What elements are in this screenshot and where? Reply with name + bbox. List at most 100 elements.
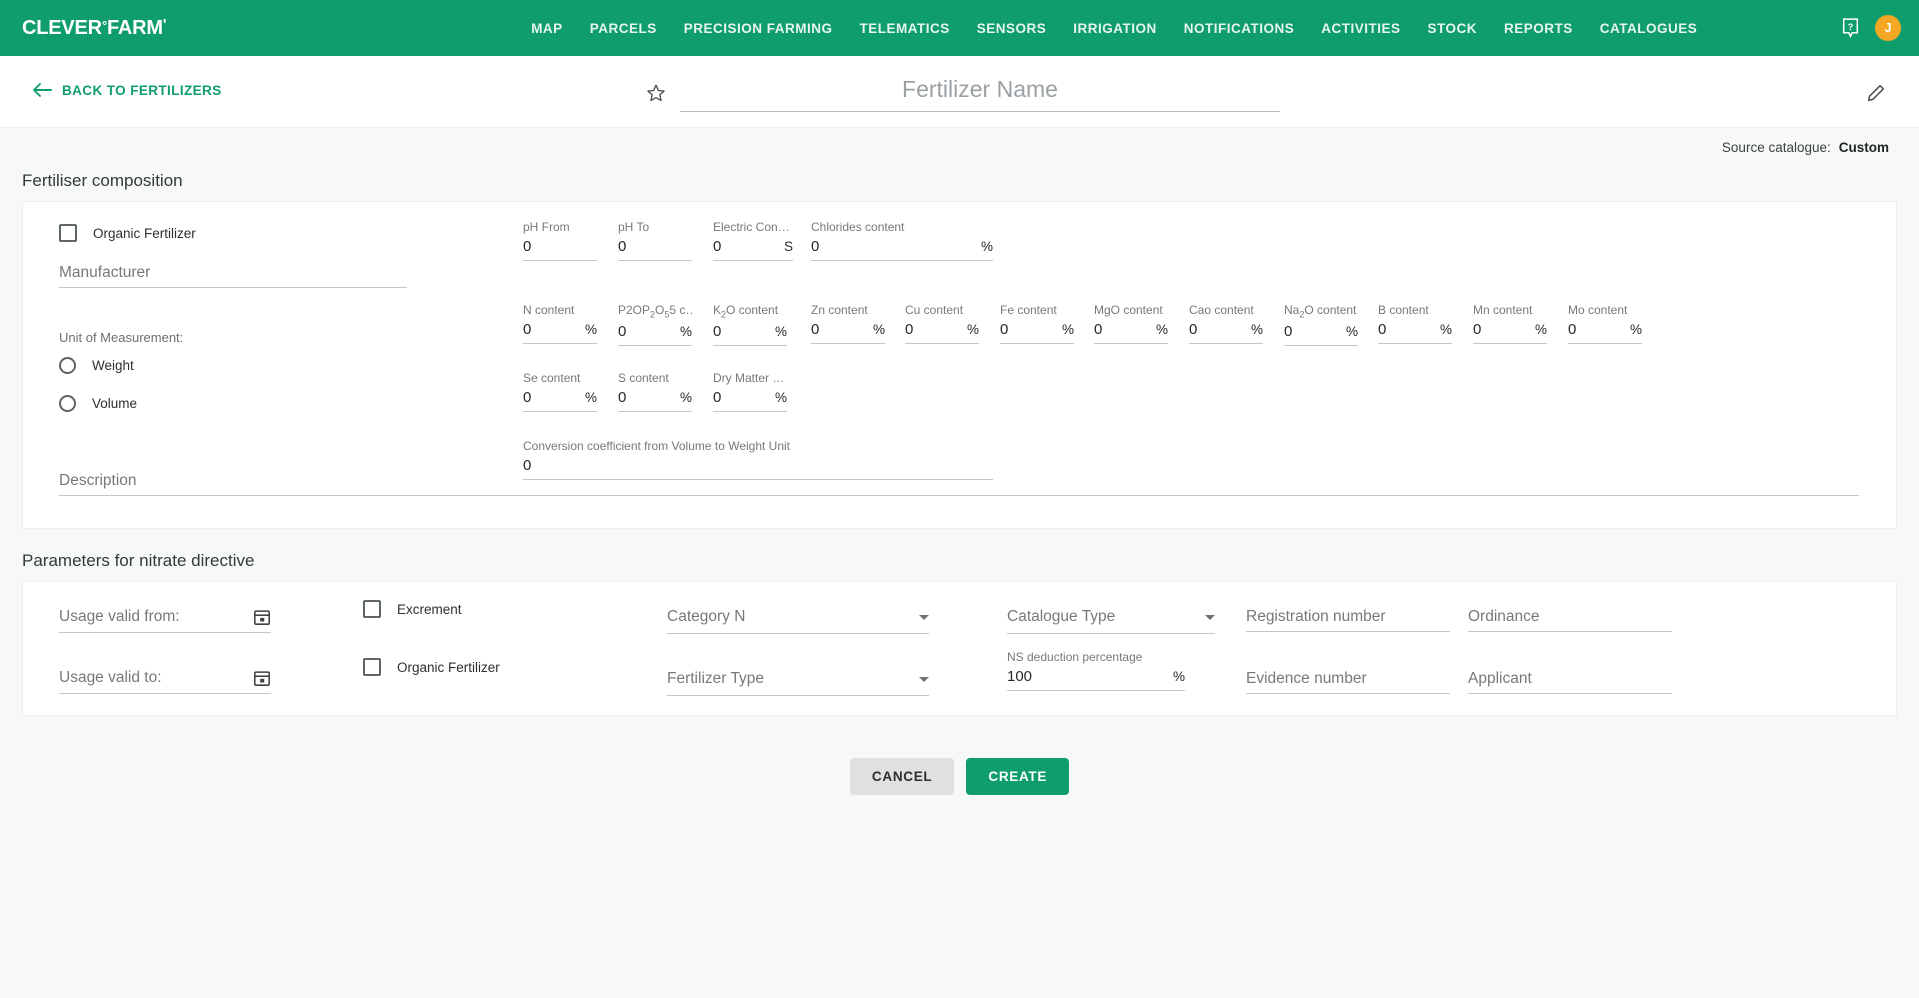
applicant-input[interactable] bbox=[1468, 670, 1672, 688]
na2o-content-unit: % bbox=[1345, 324, 1358, 340]
mo-content-input[interactable] bbox=[1568, 321, 1624, 338]
unit-option-volume[interactable]: Volume bbox=[59, 395, 183, 412]
nav-item-precision-farming[interactable]: PRECISION FARMING bbox=[684, 21, 833, 36]
fertilizer-name-input[interactable] bbox=[680, 76, 1280, 112]
page-body: Source catalogue: Custom Fertiliser compo… bbox=[0, 128, 1919, 998]
nav-item-catalogues[interactable]: CATALOGUES bbox=[1600, 21, 1698, 36]
nav-item-stock[interactable]: STOCK bbox=[1428, 21, 1478, 36]
organic-fertilizer-checkbox-row[interactable]: Organic Fertilizer bbox=[59, 224, 196, 242]
nav-item-reports[interactable]: REPORTS bbox=[1504, 21, 1573, 36]
cao-content-field: Cao content % bbox=[1189, 303, 1263, 344]
nav-item-irrigation[interactable]: IRRIGATION bbox=[1073, 21, 1157, 36]
composition-card: Organic Fertilizer Unit of Measurement: … bbox=[22, 201, 1897, 529]
star-outline-icon[interactable] bbox=[645, 82, 667, 104]
conversion-coefficient-input[interactable] bbox=[523, 457, 993, 474]
excrement-checkbox-row[interactable]: Excrement bbox=[363, 600, 462, 618]
catalogue-type-value: Catalogue Type bbox=[1007, 608, 1116, 625]
electric-conductivity-input[interactable] bbox=[713, 238, 778, 255]
composition-section-title: Fertiliser composition bbox=[22, 171, 183, 190]
nitrate-card: Excrement Organic Fertilizer Category N … bbox=[22, 581, 1897, 716]
fe-content-label: Fe content bbox=[1000, 303, 1057, 317]
usage-valid-from-input[interactable] bbox=[59, 608, 253, 626]
se-content-input[interactable] bbox=[523, 389, 579, 406]
calendar-icon[interactable] bbox=[253, 669, 271, 687]
electric-conductivity-unit: S bbox=[783, 239, 793, 254]
k2o-content-input[interactable] bbox=[713, 323, 769, 341]
cancel-button[interactable]: CANCEL bbox=[849, 758, 955, 795]
category-n-select[interactable]: Category N bbox=[667, 608, 929, 634]
fe-content-input[interactable] bbox=[1000, 321, 1056, 338]
p2o5-content-input[interactable] bbox=[618, 323, 674, 341]
zn-content-field: Zn content % bbox=[811, 303, 885, 344]
n-content-input[interactable] bbox=[523, 321, 579, 338]
chevron-down-icon bbox=[919, 676, 929, 682]
mgo-content-input[interactable] bbox=[1094, 321, 1150, 338]
weight-radio[interactable] bbox=[59, 357, 76, 374]
ph-from-label: pH From bbox=[523, 220, 570, 234]
fe-content-unit: % bbox=[1061, 322, 1074, 337]
nav-item-telematics[interactable]: TELEMATICS bbox=[859, 21, 949, 36]
catalogue-type-select[interactable]: Catalogue Type bbox=[1007, 608, 1215, 634]
volume-radio[interactable] bbox=[59, 395, 76, 412]
dry-matter-content-label: Dry Matter … bbox=[713, 371, 785, 385]
fertilizer-type-select[interactable]: Fertilizer Type bbox=[667, 670, 929, 696]
nav-item-activities[interactable]: ACTIVITIES bbox=[1321, 21, 1400, 36]
cu-content-input[interactable] bbox=[905, 321, 961, 338]
nitrate-organic-fertilizer-checkbox[interactable] bbox=[363, 658, 381, 676]
nav-item-notifications[interactable]: NOTIFICATIONS bbox=[1184, 21, 1295, 36]
user-avatar[interactable]: J bbox=[1875, 15, 1901, 41]
app-logo[interactable]: CLEVER°FARM' bbox=[22, 16, 166, 40]
fertilizer-type-value: Fertilizer Type bbox=[667, 670, 765, 687]
form-actions: CANCEL CREATE bbox=[0, 758, 1919, 795]
mn-content-input[interactable] bbox=[1473, 321, 1529, 338]
ns-deduction-input[interactable] bbox=[1007, 668, 1167, 685]
registration-number-input[interactable] bbox=[1246, 608, 1450, 626]
dry-matter-content-unit: % bbox=[774, 390, 787, 405]
k2o-content-unit: % bbox=[774, 324, 787, 340]
na2o-content-label: Na2O content bbox=[1284, 303, 1357, 320]
fertilizer-name-field bbox=[680, 76, 1280, 112]
excrement-checkbox[interactable] bbox=[363, 600, 381, 618]
help-question-icon[interactable]: ? bbox=[1842, 17, 1859, 39]
create-button[interactable]: CREATE bbox=[966, 758, 1070, 795]
zn-content-unit: % bbox=[872, 322, 885, 337]
arrow-left-icon bbox=[33, 83, 52, 97]
cao-content-input[interactable] bbox=[1189, 321, 1245, 338]
nav-item-parcels[interactable]: PARCELS bbox=[590, 21, 657, 36]
source-catalogue-row: Source catalogue: Custom bbox=[0, 128, 1919, 161]
usage-valid-to-field bbox=[59, 669, 271, 694]
evidence-number-input[interactable] bbox=[1246, 670, 1450, 688]
page-header: BACK TO FERTILIZERS bbox=[0, 56, 1919, 128]
s-content-input[interactable] bbox=[618, 389, 674, 406]
chlorides-content-input[interactable] bbox=[811, 238, 975, 255]
chlorides-content-unit: % bbox=[980, 239, 993, 254]
nav-item-sensors[interactable]: SENSORS bbox=[977, 21, 1047, 36]
na2o-content-input[interactable] bbox=[1284, 323, 1340, 341]
back-to-fertilizers-link[interactable]: BACK TO FERTILIZERS bbox=[32, 82, 222, 98]
organic-fertilizer-checkbox[interactable] bbox=[59, 224, 77, 242]
b-content-input[interactable] bbox=[1378, 321, 1434, 338]
nitrate-organic-fertilizer-checkbox-row[interactable]: Organic Fertilizer bbox=[363, 658, 500, 676]
logo-tick-symbol: ' bbox=[162, 16, 167, 33]
pencil-icon[interactable] bbox=[1865, 82, 1887, 104]
s-content-unit: % bbox=[679, 390, 692, 405]
cu-content-field: Cu content % bbox=[905, 303, 979, 344]
zn-content-input[interactable] bbox=[811, 321, 867, 338]
p2o5-content-label: P2OP2O55 c… bbox=[618, 303, 692, 320]
unit-option-weight[interactable]: Weight bbox=[59, 357, 183, 374]
ordinance-input[interactable] bbox=[1468, 608, 1672, 626]
ph-to-input[interactable] bbox=[618, 238, 692, 255]
s-content-label: S content bbox=[618, 371, 669, 385]
dry-matter-content-input[interactable] bbox=[713, 389, 769, 406]
manufacturer-input[interactable] bbox=[59, 264, 407, 282]
se-content-field: Se content % bbox=[523, 371, 597, 412]
zn-content-label: Zn content bbox=[811, 303, 868, 317]
s-content-field: S content % bbox=[618, 371, 692, 412]
nav-item-map[interactable]: MAP bbox=[531, 21, 563, 36]
logo-text-second: FARM bbox=[106, 17, 163, 39]
usage-valid-to-input[interactable] bbox=[59, 669, 253, 687]
calendar-icon[interactable] bbox=[253, 608, 271, 626]
ph-from-input[interactable] bbox=[523, 238, 597, 255]
chevron-down-icon bbox=[1205, 614, 1215, 620]
se-content-label: Se content bbox=[523, 371, 581, 385]
